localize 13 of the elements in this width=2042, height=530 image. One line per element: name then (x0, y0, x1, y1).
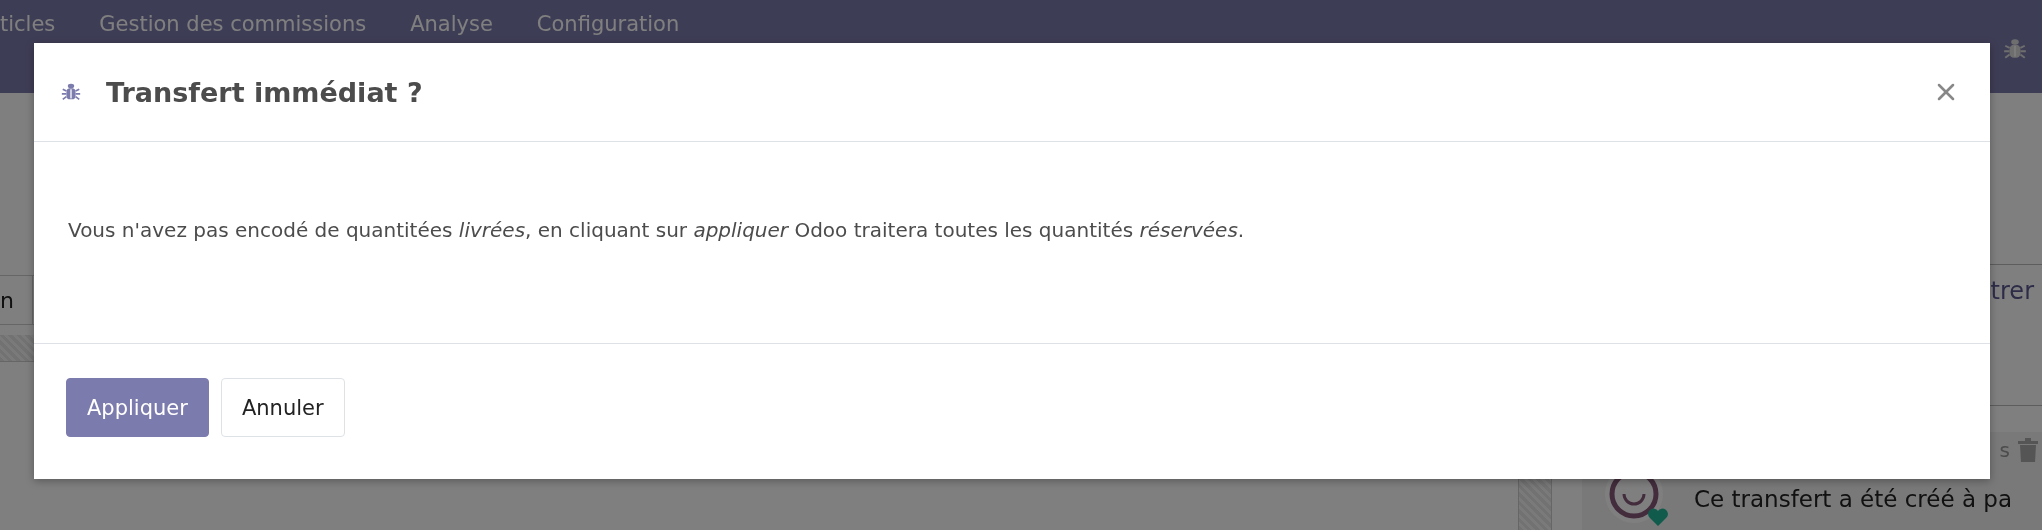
menu-item[interactable]: ticles (0, 12, 56, 36)
trash-icon[interactable] (2018, 438, 2038, 462)
menu-item[interactable]: Configuration (536, 12, 680, 36)
message-text: Ce transfert a été créé à pa (1694, 485, 2013, 512)
menu-item[interactable]: Analyse (410, 12, 493, 36)
link[interactable]: trer (1990, 277, 2034, 405)
dialog-title: Transfert immédiat ? (106, 76, 424, 108)
field-value: n (0, 276, 33, 324)
apply-button[interactable]: Appliquer (66, 378, 209, 437)
menu-item[interactable]: Gestion des commissions (99, 12, 367, 36)
dialog-message: Vous n'avez pas encodé de quantitées livrées, en cliquant sur appliquer Odoo traitera toutes les quantités réservées. (68, 218, 1246, 242)
bug-icon (60, 81, 82, 103)
cancel-button[interactable]: Annuler (220, 378, 345, 437)
